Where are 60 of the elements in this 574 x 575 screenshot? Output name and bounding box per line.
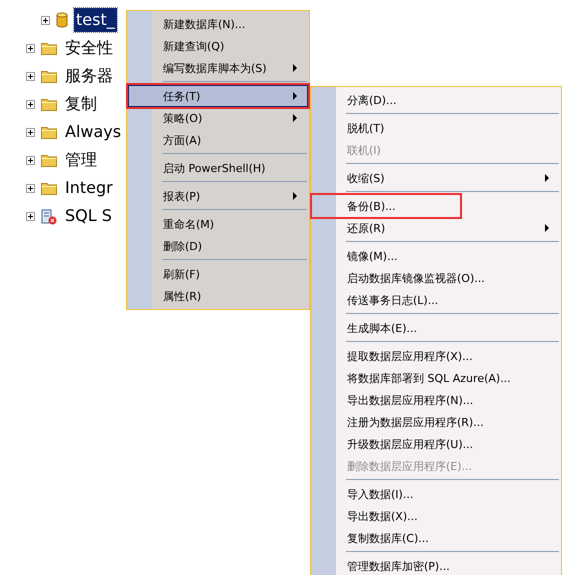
menu-item[interactable]: 新建查询(Q) bbox=[128, 35, 308, 57]
tree-node-label[interactable]: 复制 bbox=[63, 92, 99, 116]
menu-item[interactable]: 传送事务日志(L)... bbox=[312, 289, 560, 311]
menu-item[interactable]: 注册为数据层应用程序(R)... bbox=[312, 411, 560, 433]
tree-node-label[interactable]: test_ bbox=[74, 8, 117, 32]
menu-item[interactable]: 属性(R) bbox=[128, 285, 308, 307]
tree-node-label[interactable]: SQL S bbox=[63, 204, 114, 228]
folder-icon bbox=[41, 182, 57, 194]
menu-item[interactable]: 重命名(M) bbox=[128, 213, 308, 235]
tree-node-label[interactable]: Always bbox=[63, 120, 124, 144]
menu-item[interactable]: 导出数据层应用程序(N)... bbox=[312, 389, 560, 411]
folder-icon bbox=[41, 126, 57, 138]
expand-icon[interactable] bbox=[26, 44, 35, 52]
menu-item[interactable]: 编写数据库脚本为(S) bbox=[128, 57, 308, 79]
menu-item[interactable]: 收缩(S) bbox=[312, 167, 560, 189]
submenu-arrow-icon bbox=[293, 64, 297, 72]
menu-item[interactable]: 备份(B)... bbox=[312, 195, 460, 217]
menu-item[interactable]: 镜像(M)... bbox=[312, 245, 560, 267]
submenu-arrow-icon bbox=[293, 192, 297, 200]
database-icon bbox=[56, 12, 68, 28]
expand-icon[interactable] bbox=[26, 72, 35, 80]
menu-item[interactable]: 将数据库部署到 SQL Azure(A)... bbox=[312, 367, 560, 389]
menu-item[interactable]: 脱机(T) bbox=[312, 117, 560, 139]
expand-icon[interactable] bbox=[26, 156, 35, 164]
menu-item[interactable]: 报表(P) bbox=[128, 185, 308, 207]
menu-item[interactable]: 生成脚本(E)... bbox=[312, 317, 560, 339]
menu-item[interactable]: 导出数据(X)... bbox=[312, 505, 560, 527]
expand-icon[interactable] bbox=[26, 100, 35, 108]
expand-icon[interactable] bbox=[26, 212, 35, 220]
menu-item[interactable]: 管理数据库加密(P)... bbox=[312, 555, 560, 575]
menu-item[interactable]: 任务(T) bbox=[128, 85, 308, 107]
tree-node-label[interactable]: 管理 bbox=[63, 148, 99, 172]
folder-icon bbox=[41, 70, 57, 82]
menu-item[interactable]: 启动数据库镜像监视器(O)... bbox=[312, 267, 560, 289]
menu-item[interactable]: 复制数据库(C)... bbox=[312, 527, 560, 549]
menu-item[interactable]: 分离(D)... bbox=[312, 89, 560, 111]
menu-item[interactable]: 提取数据层应用程序(X)... bbox=[312, 345, 560, 367]
tree-node-label[interactable]: 安全性 bbox=[63, 36, 115, 60]
menu-item[interactable]: 启动 PowerShell(H) bbox=[128, 157, 308, 179]
menu-item[interactable]: 导入数据(I)... bbox=[312, 483, 560, 505]
submenu-arrow-icon bbox=[545, 224, 549, 232]
menu-item[interactable]: 还原(R) bbox=[312, 217, 560, 239]
tree-node-label[interactable]: Integr bbox=[63, 176, 115, 200]
expand-icon[interactable] bbox=[41, 16, 50, 24]
menu-item[interactable]: 升级数据层应用程序(U)... bbox=[312, 433, 560, 455]
folder-icon bbox=[41, 154, 57, 166]
menu-item[interactable]: 删除(D) bbox=[128, 235, 308, 257]
menu-item[interactable]: 刷新(F) bbox=[128, 263, 308, 285]
menu-item[interactable]: 策略(O) bbox=[128, 107, 308, 129]
expand-icon[interactable] bbox=[26, 128, 35, 136]
submenu-arrow-icon bbox=[293, 92, 297, 100]
expand-icon[interactable] bbox=[26, 184, 35, 192]
menu-item[interactable]: 方面(A) bbox=[128, 129, 308, 151]
submenu-arrow-icon bbox=[545, 174, 549, 182]
agent-icon bbox=[41, 208, 57, 224]
folder-icon bbox=[41, 98, 57, 110]
tree-node-label[interactable]: 服务器 bbox=[63, 64, 115, 88]
submenu-arrow-icon bbox=[293, 114, 297, 122]
menu-item[interactable]: 新建数据库(N)... bbox=[128, 13, 308, 35]
folder-icon bbox=[41, 42, 57, 54]
